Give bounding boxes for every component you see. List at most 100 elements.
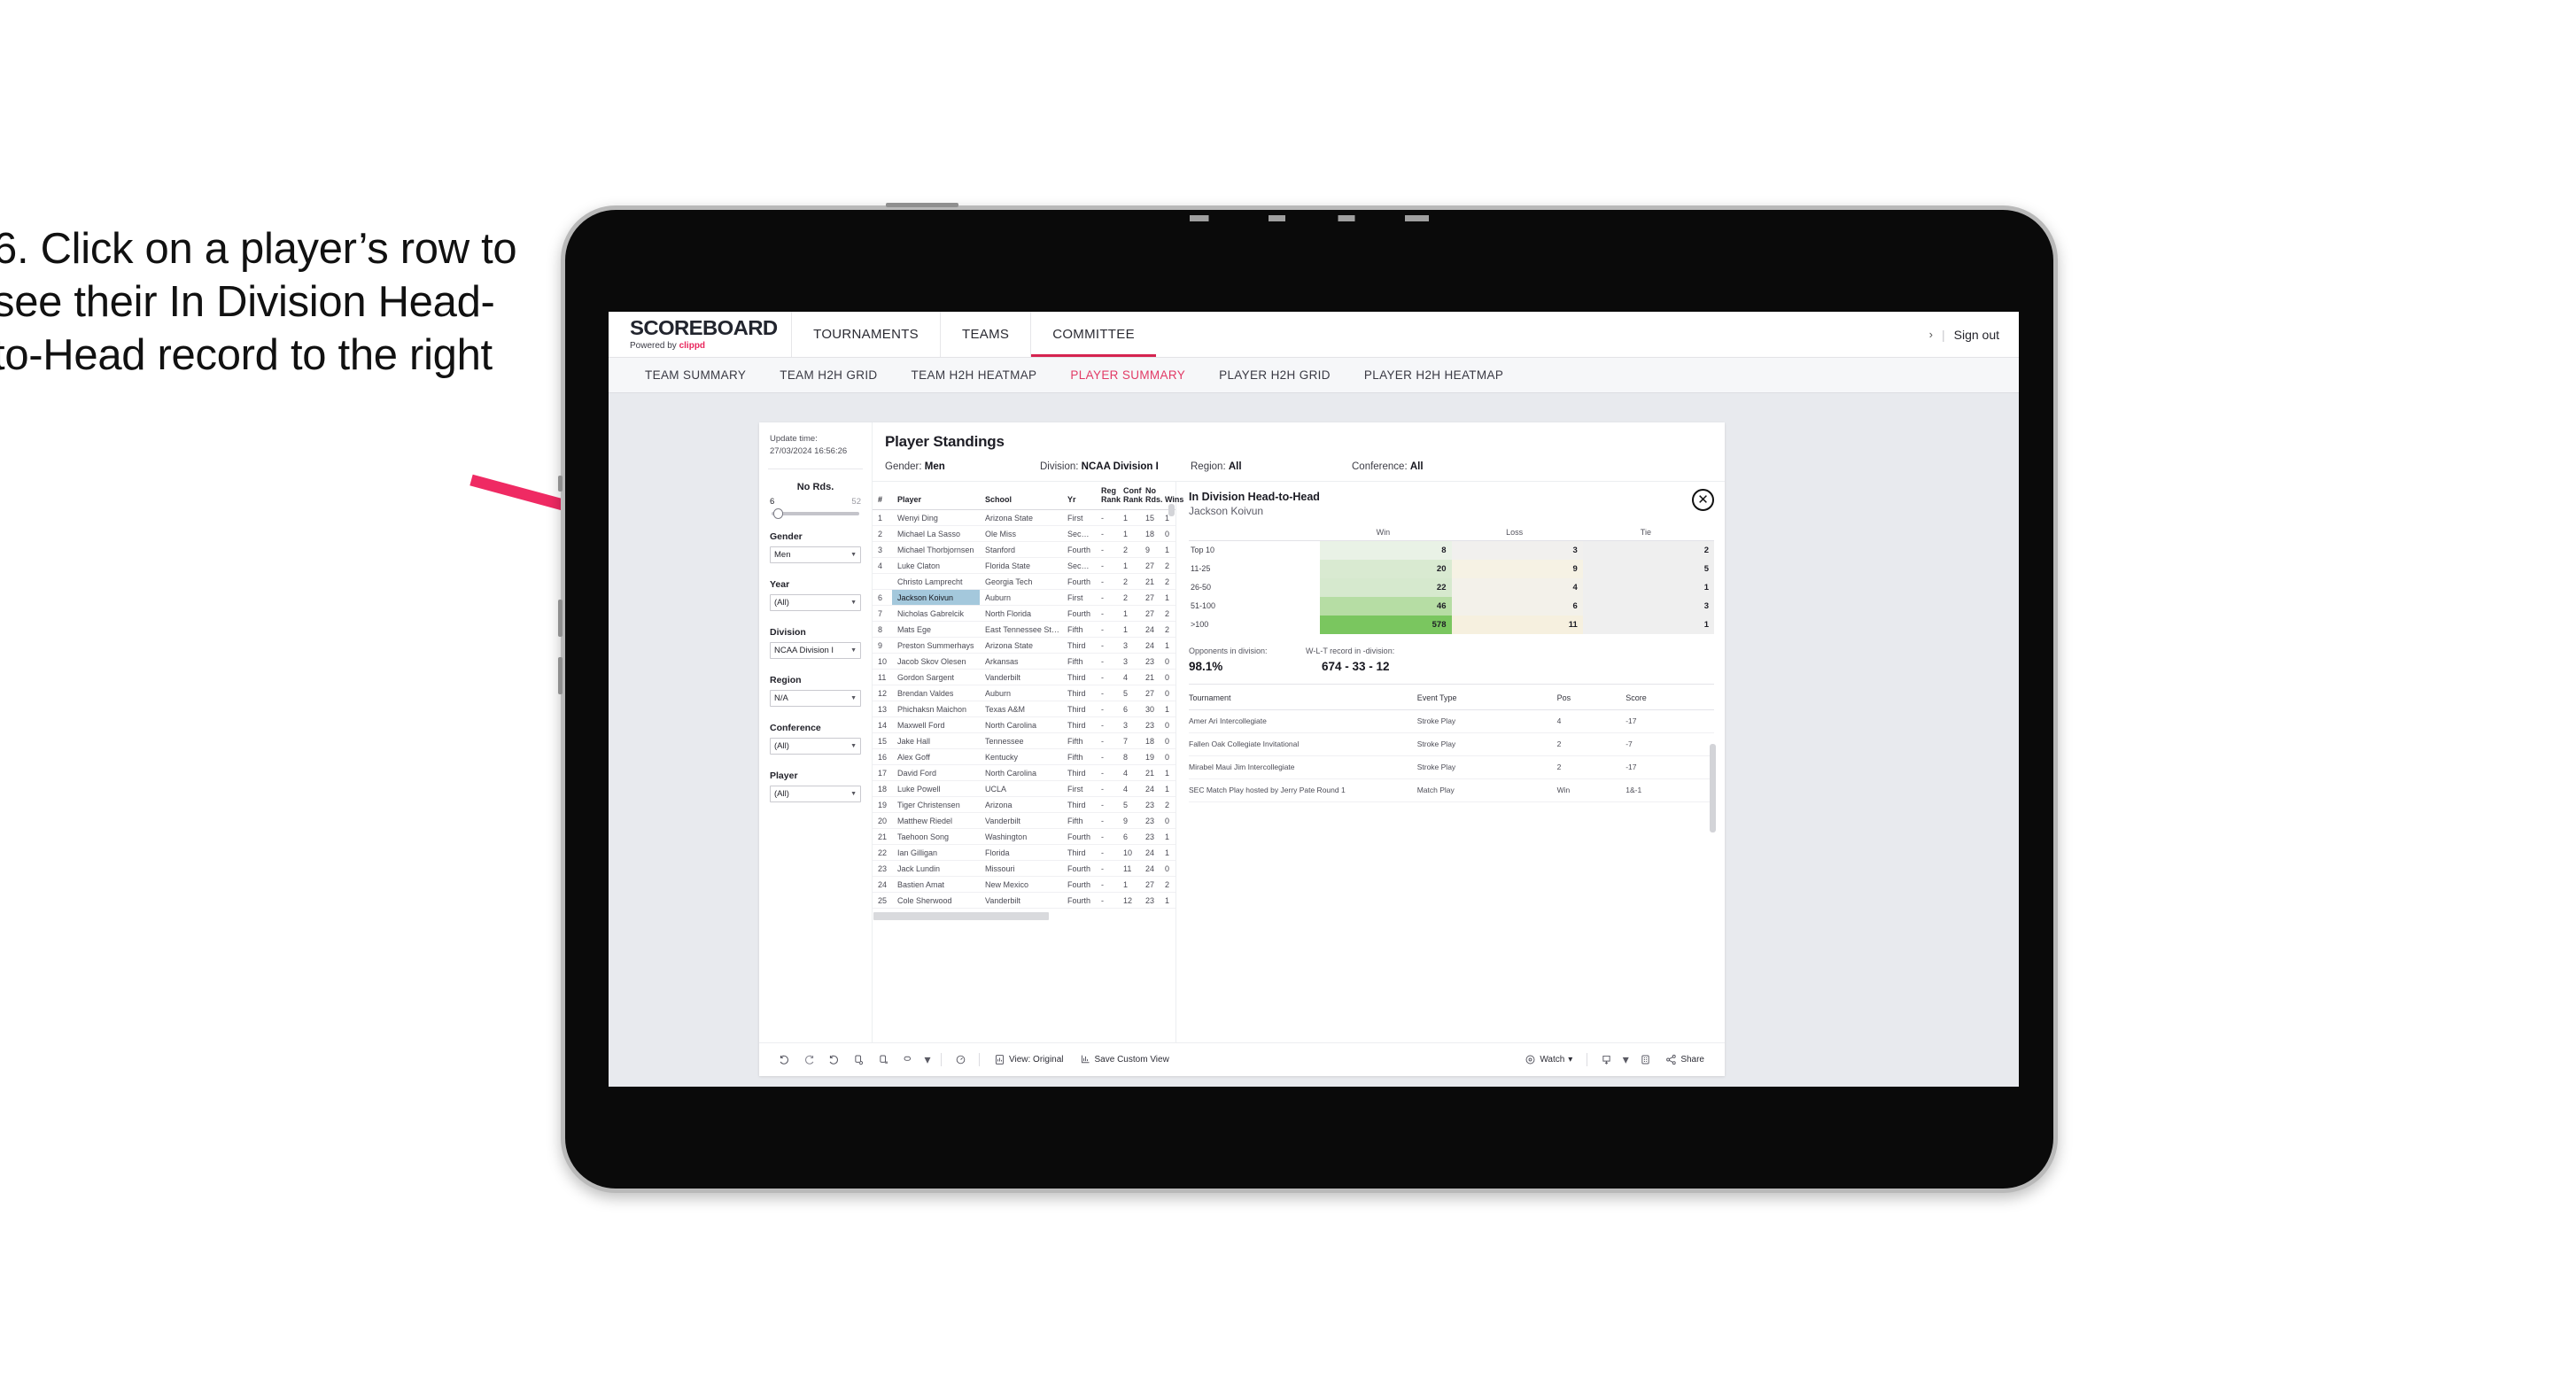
- heatmap-cell[interactable]: 5: [1582, 559, 1714, 578]
- heatmap-cell[interactable]: 6: [1451, 596, 1583, 616]
- share-button[interactable]: Share: [1657, 1054, 1712, 1065]
- tab-player-h2h-grid[interactable]: PLAYER H2H GRID: [1202, 368, 1347, 382]
- heatmap-cell[interactable]: 1: [1582, 577, 1714, 597]
- table-row[interactable]: 18 Luke Powell UCLA First -4 24 1: [873, 780, 1175, 797]
- col-event-type[interactable]: Event Type: [1416, 685, 1557, 710]
- tournament-row[interactable]: Mirabel Maui Jim Intercollegiate Stroke P…: [1189, 755, 1714, 779]
- col-tournament[interactable]: Tournament: [1189, 685, 1417, 710]
- heatmap-cell[interactable]: 1: [1582, 615, 1714, 634]
- table-row[interactable]: 2 Michael La Sasso Ole Miss Second -1 18 0: [873, 525, 1175, 542]
- slider-handle[interactable]: [773, 507, 783, 519]
- table-row[interactable]: 7 Nicholas Gabrelcik North Florida Fourth -1…: [873, 605, 1175, 622]
- table-row[interactable]: 6 Jackson Koivun Auburn First -2 27 1: [873, 589, 1175, 606]
- heatmap-cell[interactable]: 4: [1451, 577, 1583, 597]
- highlight-icon[interactable]: [896, 1049, 920, 1072]
- table-row[interactable]: 8 Mats Ege East Tennessee State Fifth -1 24 2: [873, 621, 1175, 638]
- nav-committee[interactable]: COMMITTEE: [1031, 312, 1156, 357]
- table-row[interactable]: 10 Jacob Skov Olesen Arkansas Fifth -3 23 0: [873, 653, 1175, 670]
- table-row[interactable]: 20 Matthew Riedel Vanderbilt Fifth -9 23 0: [873, 812, 1175, 829]
- table-row[interactable]: 11 Gordon Sargent Vanderbilt Third -4 21 0: [873, 669, 1175, 685]
- heatmap-cell[interactable]: 3: [1451, 540, 1583, 560]
- col-school[interactable]: School: [980, 482, 1062, 510]
- download-icon[interactable]: [1594, 1049, 1618, 1072]
- tournament-row[interactable]: SEC Match Play hosted by Jerry Pate Roun…: [1189, 778, 1714, 802]
- table-row[interactable]: 25 Cole Sherwood Vanderbilt Fourth -12 23 1: [873, 892, 1175, 909]
- filter-conference-select[interactable]: (All) ▼: [770, 737, 861, 755]
- cell-yr: Third: [1062, 669, 1096, 685]
- pause-icon[interactable]: [871, 1049, 896, 1072]
- table-row[interactable]: 24 Bastien Amat New Mexico Fourth -1 27 2: [873, 876, 1175, 893]
- heatmap-cell[interactable]: 2: [1582, 540, 1714, 560]
- heatmap-cell[interactable]: 9: [1451, 559, 1583, 578]
- filter-division-select[interactable]: NCAA Division I ▼: [770, 641, 861, 659]
- fullscreen-icon[interactable]: [1633, 1049, 1657, 1072]
- table-row[interactable]: 3 Michael Thorbjornsen Stanford Fourth -2 9 1: [873, 541, 1175, 558]
- col-player[interactable]: Player: [892, 482, 980, 510]
- table-row[interactable]: 15 Jake Hall Tennessee Fifth -7 18 0: [873, 732, 1175, 749]
- table-row[interactable]: 19 Tiger Christensen Arizona Third -5 23 2: [873, 796, 1175, 813]
- watch-button[interactable]: Watch ▾: [1517, 1054, 1580, 1065]
- table-row[interactable]: 1 Wenyi Ding Arizona State First -1 15 1: [873, 509, 1175, 526]
- cell-player: Jackson Koivun: [892, 589, 980, 606]
- chevron-right-icon[interactable]: ›: [1929, 328, 1933, 341]
- nav-tournaments[interactable]: TOURNAMENTS: [792, 312, 940, 357]
- col-score[interactable]: Score: [1626, 685, 1714, 710]
- tournaments-scrollbar[interactable]: [1710, 744, 1716, 832]
- crumb-conference: Conference: All: [1352, 461, 1424, 472]
- cell-reg-rank: -: [1096, 541, 1118, 558]
- table-row[interactable]: 12 Brendan Valdes Auburn Third -5 27 0: [873, 685, 1175, 701]
- tab-team-summary[interactable]: TEAM SUMMARY: [628, 368, 763, 382]
- highlight-caret-icon[interactable]: ▾: [920, 1049, 935, 1072]
- col-pos[interactable]: Pos: [1556, 685, 1626, 710]
- save-custom-view-button[interactable]: Save Custom View: [1072, 1054, 1177, 1065]
- tab-player-summary[interactable]: PLAYER SUMMARY: [1053, 368, 1202, 382]
- refresh-icon[interactable]: [846, 1049, 871, 1072]
- table-row[interactable]: 23 Jack Lundin Missouri Fourth -11 24 0: [873, 860, 1175, 877]
- tournament-row[interactable]: Fallen Oak Collegiate Invitational Stroke…: [1189, 732, 1714, 756]
- table-vertical-scrollbar[interactable]: [1168, 504, 1175, 516]
- col-no-rds[interactable]: No Rds.: [1140, 482, 1163, 510]
- table-horizontal-scrollbar[interactable]: [873, 912, 1050, 920]
- col-rank[interactable]: #: [873, 482, 892, 510]
- heatmap-cell[interactable]: 8: [1320, 540, 1452, 560]
- undo-icon[interactable]: [772, 1049, 796, 1072]
- table-row[interactable]: Christo Lamprecht Georgia Tech Fourth -2 21 2: [873, 573, 1175, 590]
- revert-icon[interactable]: [821, 1049, 846, 1072]
- heatmap-cell[interactable]: 3: [1582, 596, 1714, 616]
- heatmap-cell[interactable]: 22: [1320, 577, 1452, 597]
- close-icon[interactable]: ✕: [1692, 489, 1714, 511]
- cell-rank: 7: [873, 605, 892, 622]
- filter-year-select[interactable]: (All) ▼: [770, 593, 861, 611]
- brand-logo[interactable]: SCOREBOARD Powered by clippd: [609, 312, 791, 357]
- tab-player-h2h-heatmap[interactable]: PLAYER H2H HEATMAP: [1347, 368, 1520, 382]
- no-rounds-slider[interactable]: [772, 507, 859, 519]
- table-row[interactable]: 13 Phichaksn Maichon Texas A&M Third -6 30 1: [873, 701, 1175, 717]
- redo-icon[interactable]: [796, 1049, 821, 1072]
- table-row[interactable]: 17 David Ford North Carolina Third -4 21 1: [873, 764, 1175, 781]
- heatmap-cell[interactable]: 578: [1320, 615, 1452, 634]
- table-row[interactable]: 21 Taehoon Song Washington Fourth -6 23 1: [873, 828, 1175, 845]
- table-row[interactable]: 9 Preston Summerhays Arizona State Third -3 2…: [873, 637, 1175, 654]
- filter-gender-select[interactable]: Men ▼: [770, 546, 861, 563]
- col-conf-rank[interactable]: Conf Rank: [1118, 482, 1143, 510]
- table-row[interactable]: 22 Ian Gilligan Florida Third -10 24 1: [873, 844, 1175, 861]
- col-reg-rank[interactable]: Reg Rank: [1096, 482, 1121, 510]
- table-row[interactable]: 14 Maxwell Ford North Carolina Third -3 23 0: [873, 716, 1175, 733]
- nav-teams[interactable]: TEAMS: [941, 312, 1030, 357]
- tournament-row[interactable]: Amer Ari Intercollegiate Stroke Play 4 -17: [1189, 709, 1714, 733]
- filter-region-select[interactable]: N/A ▼: [770, 689, 861, 707]
- heatmap-cell[interactable]: 20: [1320, 559, 1452, 578]
- col-yr[interactable]: Yr: [1062, 482, 1096, 510]
- download-caret-icon[interactable]: ▾: [1618, 1049, 1633, 1072]
- table-row[interactable]: 4 Luke Claton Florida State Second -1 27 2: [873, 557, 1175, 574]
- tab-team-h2h-heatmap[interactable]: TEAM H2H HEATMAP: [895, 368, 1054, 382]
- tab-team-h2h-grid[interactable]: TEAM H2H GRID: [763, 368, 894, 382]
- filter-player-select[interactable]: (All) ▼: [770, 785, 861, 802]
- table-row[interactable]: 16 Alex Goff Kentucky Fifth -8 19 0: [873, 748, 1175, 765]
- heatmap-cell[interactable]: 46: [1320, 596, 1452, 616]
- heatmap-row-label: 11-25: [1189, 559, 1321, 578]
- heatmap-cell[interactable]: 11: [1451, 615, 1583, 634]
- pan-zoom-icon[interactable]: [948, 1049, 973, 1072]
- view-original-button[interactable]: View: Original: [986, 1054, 1072, 1065]
- sign-out-button[interactable]: Sign out: [1954, 328, 1999, 342]
